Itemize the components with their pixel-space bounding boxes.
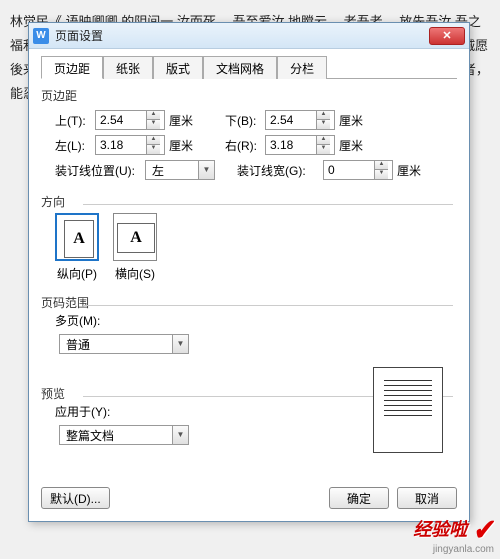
- spin-up-icon[interactable]: ▲: [316, 136, 330, 145]
- label-bottom: 下(B):: [211, 112, 261, 129]
- dialog-body: 页边距 纸张 版式 文档网格 分栏 页边距 上(T): ▲▼ 厘米 下(B): …: [29, 49, 469, 521]
- preview-thumbnail: [373, 367, 443, 453]
- spin-down-icon[interactable]: ▼: [146, 145, 160, 154]
- label-top: 上(T):: [41, 112, 91, 129]
- input-gutter-width[interactable]: ▲▼: [323, 160, 393, 180]
- chevron-down-icon[interactable]: ▼: [198, 161, 214, 179]
- spin-up-icon[interactable]: ▲: [146, 136, 160, 145]
- spin-down-icon[interactable]: ▼: [374, 170, 388, 179]
- tab-paper[interactable]: 纸张: [103, 56, 153, 79]
- input-top-field[interactable]: [96, 111, 146, 129]
- input-gutter-width-field[interactable]: [324, 161, 374, 179]
- titlebar: W 页面设置 ✕: [29, 23, 469, 49]
- margins-group-title: 页边距: [41, 87, 457, 104]
- combo-multipage-value: 普通: [60, 336, 172, 353]
- chevron-down-icon[interactable]: ▼: [172, 426, 188, 444]
- dialog-title: 页面设置: [55, 27, 429, 44]
- tab-layout[interactable]: 版式: [153, 56, 203, 79]
- label-applyto: 应用于(Y):: [41, 403, 121, 420]
- unit-bottom: 厘米: [339, 112, 369, 129]
- input-right[interactable]: ▲▼: [265, 135, 335, 155]
- label-right: 右(R):: [211, 137, 261, 154]
- watermark: 经验啦 ✔ jingyanla.com: [413, 515, 494, 555]
- spin-down-icon[interactable]: ▼: [316, 120, 330, 129]
- portrait-label: 纵向(P): [57, 265, 97, 282]
- tabs: 页边距 纸张 版式 文档网格 分栏: [41, 55, 457, 79]
- check-icon: ✔: [470, 514, 496, 548]
- combo-applyto-value: 整篇文档: [60, 427, 172, 444]
- landscape-label: 横向(S): [115, 265, 155, 282]
- unit-gutter: 厘米: [397, 162, 427, 179]
- combo-applyto[interactable]: 整篇文档 ▼: [59, 425, 189, 445]
- orientation-landscape[interactable]: 横向(S): [113, 213, 157, 282]
- orientation-portrait[interactable]: 纵向(P): [55, 213, 99, 282]
- spin-up-icon[interactable]: ▲: [316, 111, 330, 120]
- unit-top: 厘米: [169, 112, 199, 129]
- input-bottom[interactable]: ▲▼: [265, 110, 335, 130]
- spin-down-icon[interactable]: ▼: [316, 145, 330, 154]
- input-bottom-field[interactable]: [266, 111, 316, 129]
- app-icon: W: [33, 28, 49, 44]
- close-button[interactable]: ✕: [429, 27, 465, 45]
- default-button[interactable]: 默认(D)...: [41, 487, 110, 509]
- chevron-down-icon[interactable]: ▼: [172, 335, 188, 353]
- label-left: 左(L):: [41, 137, 91, 154]
- orientation-group-title: 方向: [41, 193, 457, 210]
- unit-left: 厘米: [169, 137, 199, 154]
- watermark-brand: 经验啦: [413, 519, 467, 539]
- input-right-field[interactable]: [266, 136, 316, 154]
- ok-button[interactable]: 确定: [329, 487, 389, 509]
- page-setup-dialog: W 页面设置 ✕ 页边距 纸张 版式 文档网格 分栏 页边距 上(T): ▲▼ …: [28, 22, 470, 522]
- spin-up-icon[interactable]: ▲: [146, 111, 160, 120]
- tab-columns[interactable]: 分栏: [277, 56, 327, 79]
- label-multipage: 多页(M):: [41, 312, 101, 329]
- input-top[interactable]: ▲▼: [95, 110, 165, 130]
- spin-up-icon[interactable]: ▲: [374, 161, 388, 170]
- combo-multipage[interactable]: 普通 ▼: [59, 334, 189, 354]
- label-gutter-width: 装订线宽(G):: [237, 162, 319, 179]
- separator: [83, 204, 453, 205]
- portrait-icon: [55, 213, 99, 261]
- separator: [83, 305, 453, 306]
- unit-right: 厘米: [339, 137, 369, 154]
- input-left-field[interactable]: [96, 136, 146, 154]
- landscape-icon: [113, 213, 157, 261]
- combo-gutter-pos-value: 左: [146, 162, 198, 179]
- tab-margins[interactable]: 页边距: [41, 56, 103, 79]
- cancel-button[interactable]: 取消: [397, 487, 457, 509]
- label-gutter-pos: 装订线位置(U):: [41, 162, 141, 179]
- tab-docgrid[interactable]: 文档网格: [203, 56, 277, 79]
- input-left[interactable]: ▲▼: [95, 135, 165, 155]
- pagerange-group-title: 页码范围: [41, 294, 457, 311]
- combo-gutter-pos[interactable]: 左 ▼: [145, 160, 215, 180]
- spin-down-icon[interactable]: ▼: [146, 120, 160, 129]
